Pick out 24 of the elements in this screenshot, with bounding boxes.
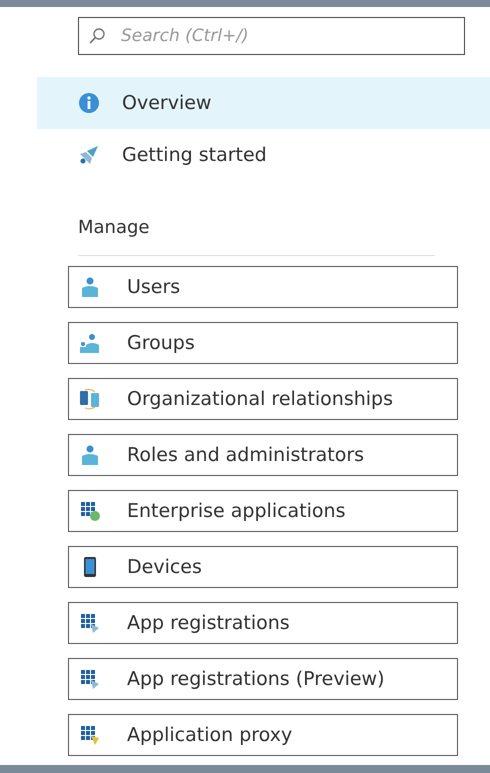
person-icon bbox=[79, 444, 101, 466]
info-icon bbox=[78, 92, 100, 114]
section-heading: Manage bbox=[77, 216, 150, 240]
grid-icon bbox=[79, 668, 101, 690]
devices-icon bbox=[79, 388, 101, 410]
menu-item[interactable]: App registrations (Preview) bbox=[68, 658, 458, 700]
menu-item[interactable]: Application proxy bbox=[68, 714, 458, 756]
menu-item[interactable]: App registrations bbox=[68, 602, 458, 644]
menu-item[interactable]: Organizational relationships bbox=[68, 378, 458, 420]
search-field[interactable]: Search (Ctrl+/) bbox=[78, 17, 465, 55]
menu-item[interactable]: Groups bbox=[68, 322, 458, 364]
menu-item[interactable]: Enterprise applications bbox=[68, 490, 458, 532]
grid-globe-icon bbox=[79, 500, 101, 522]
rocket-icon bbox=[78, 144, 100, 166]
search-icon bbox=[88, 27, 106, 45]
menu-item[interactable]: Users bbox=[68, 266, 458, 308]
people-icon bbox=[79, 332, 101, 354]
nav-item[interactable]: Overview bbox=[37, 77, 490, 129]
grid-icon bbox=[79, 724, 101, 746]
person-icon bbox=[79, 276, 101, 298]
menu-item[interactable]: Devices bbox=[68, 546, 458, 588]
grid-icon bbox=[79, 612, 101, 634]
menu-item[interactable]: Roles and administrators bbox=[68, 434, 458, 476]
nav-item[interactable]: Getting started bbox=[37, 129, 490, 181]
